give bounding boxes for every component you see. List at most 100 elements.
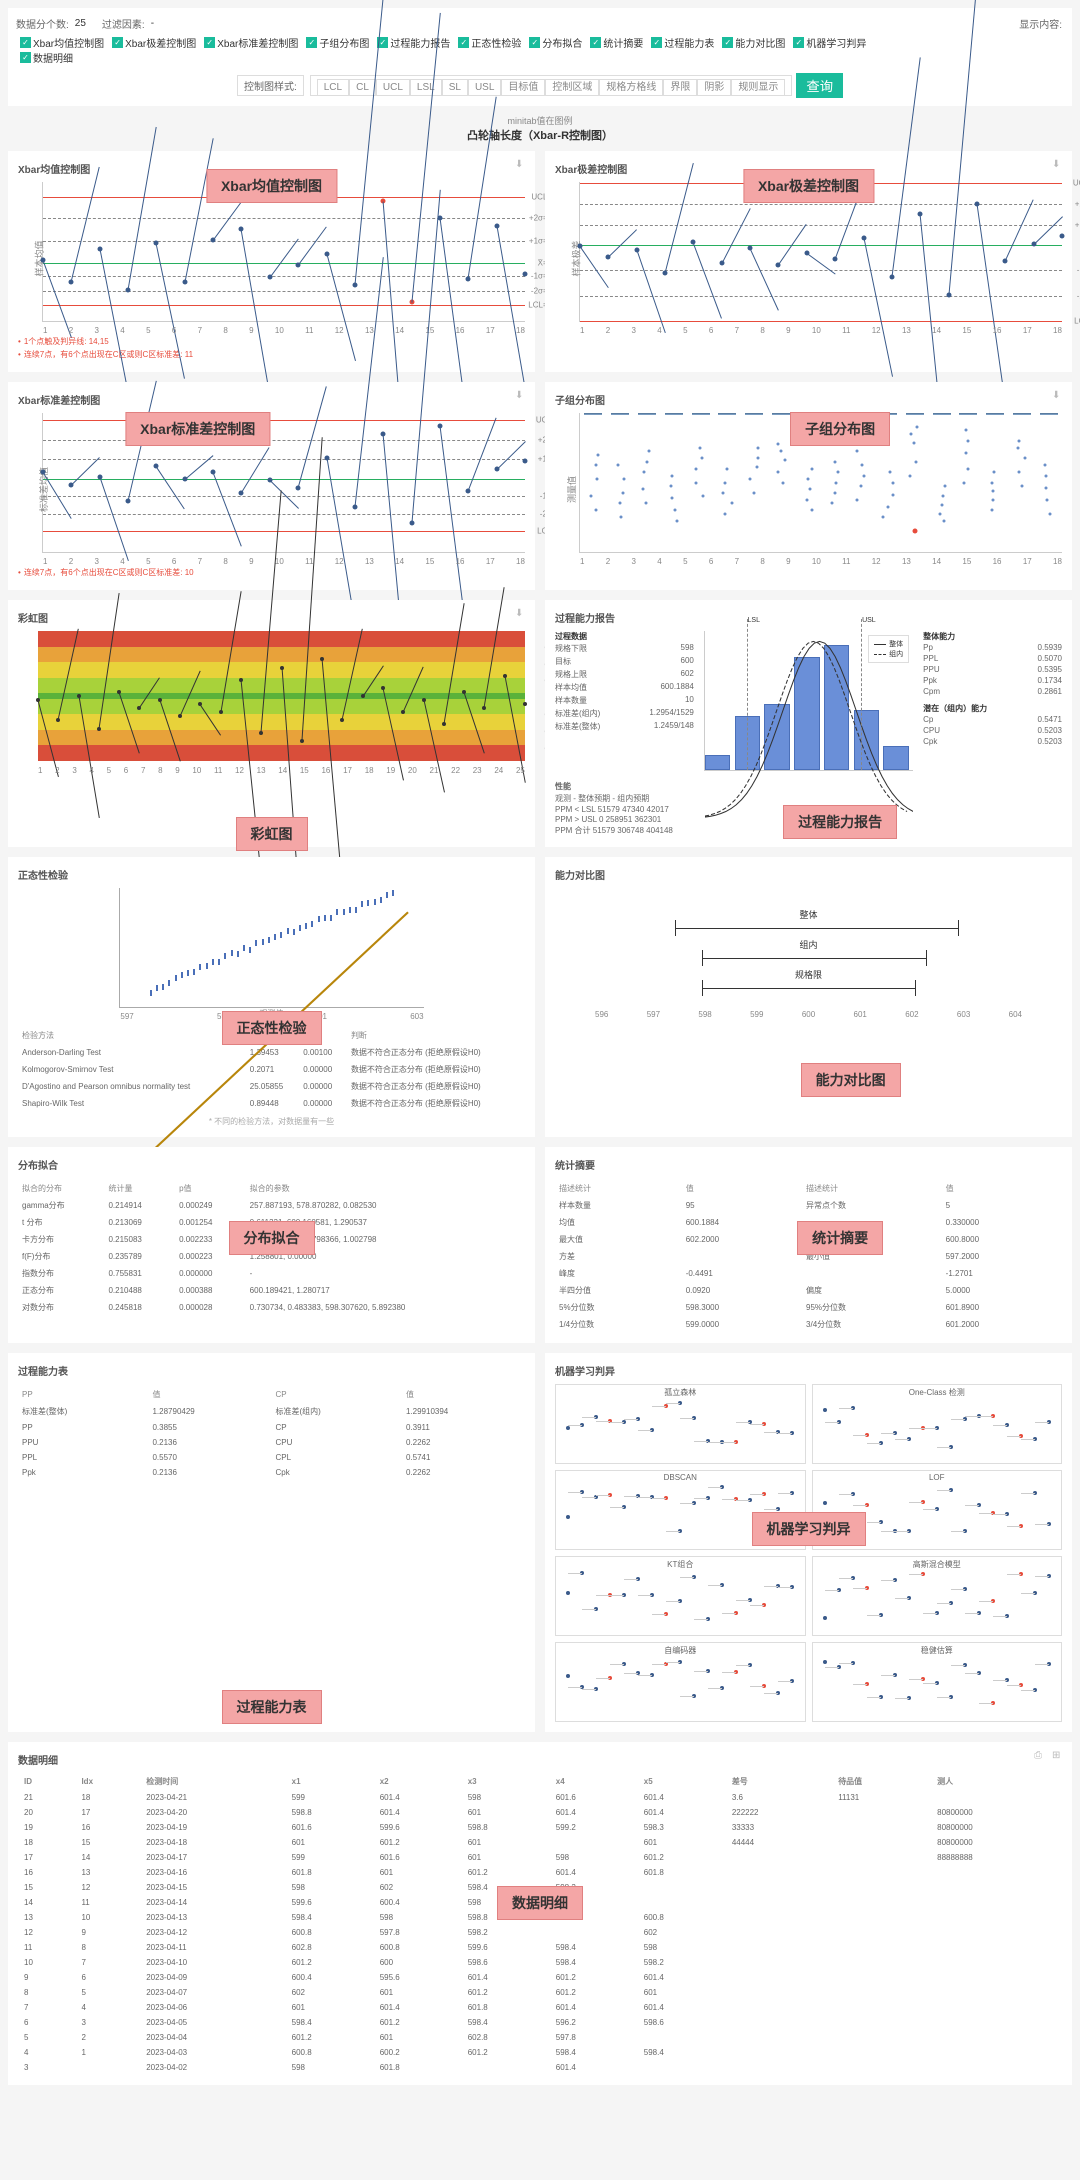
tag-label: 机器学习判异 bbox=[752, 1512, 866, 1546]
xbar-sd-chart: 标准差均值 UCL=2.4640+2σ=2.1752+1σ=1.6397S̄=1… bbox=[42, 413, 525, 553]
panel-xbar-mean: Xbar均值控制图 ⬇ Xbar均值控制图 样本均值 UCL=602.474+2… bbox=[8, 151, 535, 372]
panel-compare: 能力对比图 整体组内规格限596597598599600601602603604… bbox=[545, 857, 1072, 1137]
data-detail-table: IDIdx检测时间x1x2x3x4x5差号待品值测人21182023-04-21… bbox=[18, 1773, 1062, 2075]
captable-table: PP值CP值标准差(整体)1.28790429标准差(组内)1.29910394… bbox=[18, 1386, 525, 1480]
limit-option[interactable]: 规格方格线 bbox=[599, 79, 663, 96]
panel-capability: 过程能力报告 过程数据规格下限598目标600规格上限602样本均值600.18… bbox=[545, 600, 1072, 847]
panel-captable: 过程能力表 过程能力表 PP值CP值标准差(整体)1.28790429标准差(组… bbox=[8, 1353, 535, 1732]
panel-rainbow: 彩虹图 ⬇ σ = 3.1029σ = 2.1752σ = 1.6397σ = … bbox=[8, 600, 535, 847]
data-point[interactable] bbox=[1060, 233, 1065, 238]
checkbox-option[interactable]: ✓Xbar极差控制图 bbox=[112, 35, 196, 50]
rainbow-chart: σ = 3.1029σ = 2.1752σ = 1.6397σ = 1.3711… bbox=[38, 631, 525, 761]
data-point[interactable] bbox=[523, 459, 528, 464]
checkbox-option[interactable]: ✓机器学习判异 bbox=[793, 35, 866, 50]
panel-title: 能力对比图 bbox=[555, 867, 1062, 882]
process-data: 过程数据规格下限598目标600规格上限602样本均值600.1884样本数量1… bbox=[555, 631, 694, 771]
ml-charts: 孤立森林One-Class 检测DBSCANLOFKT组合高斯混合模型自编码器稳… bbox=[555, 1384, 1062, 1722]
limit-option[interactable]: 控制区域 bbox=[545, 79, 599, 96]
panel-title: Xbar标准差控制图 bbox=[18, 392, 525, 407]
tag-label: Xbar均值控制图 bbox=[206, 169, 337, 203]
download-icon[interactable]: ⬇ bbox=[1052, 159, 1064, 171]
ml-subplot: KT组合 bbox=[555, 1556, 806, 1636]
panel-stats: 统计摘要 统计摘要 描述统计值描述统计值样本数量95异常点个数5均值600.18… bbox=[545, 1147, 1072, 1343]
checkbox-option[interactable]: ✓数据明细 bbox=[20, 50, 73, 65]
compare-chart: 整体组内规格限596597598599600601602603604 bbox=[555, 888, 1062, 1039]
panel-normality: 正态性检验 597599601603 观测值 正态性检验 检验方法统计量p值判断… bbox=[8, 857, 535, 1137]
panel-fit: 分布拟合 分布拟合 拟合的分布统计量p值拟合的参数gamma分布0.214914… bbox=[8, 1147, 535, 1343]
show-content-label: 显示内容: bbox=[1019, 16, 1062, 31]
checkbox-option[interactable]: ✓Xbar标准差控制图 bbox=[204, 35, 298, 50]
legend: 整体 组内 bbox=[868, 635, 909, 663]
ml-subplot: One-Class 检测 bbox=[812, 1384, 1063, 1464]
panel-subgroup: 子组分布图 ⬇ 子组分布图 测量值 bbox=[545, 382, 1072, 590]
checkbox-option[interactable]: ✓Xbar均值控制图 bbox=[20, 35, 104, 50]
tag-label: 正态性检验 bbox=[222, 1011, 322, 1045]
panel-detail: 数据明细 ⊞ ⎙ 数据明细 IDIdx检测时间x1x2x3x4x5差号待品值测人… bbox=[8, 1742, 1072, 2085]
download-icon[interactable]: ⬇ bbox=[515, 159, 527, 171]
checkbox-option[interactable]: ✓过程能力报告 bbox=[377, 35, 450, 50]
limit-option[interactable]: UCL bbox=[376, 79, 410, 96]
rule-violations: •连续7点，有6个点出现在C区或则C区标准差: 10 bbox=[18, 567, 525, 578]
tag-label: 统计摘要 bbox=[797, 1221, 883, 1255]
tag-label: 分布拟合 bbox=[229, 1221, 315, 1255]
checkbox-option[interactable]: ✓分布拟合 bbox=[529, 35, 582, 50]
limit-option[interactable]: 目标值 bbox=[501, 79, 545, 96]
filter-label: 过滤因素: bbox=[102, 16, 145, 31]
subgroup-count-label: 数据分个数: bbox=[16, 16, 69, 31]
style-label: 控制图样式: bbox=[237, 75, 304, 96]
limit-option[interactable]: 阴影 bbox=[697, 79, 731, 96]
download-icon[interactable]: ⬇ bbox=[515, 390, 527, 402]
limit-option[interactable]: 界限 bbox=[663, 79, 697, 96]
ml-subplot: 稳健估算 bbox=[812, 1642, 1063, 1722]
ml-subplot: 高斯混合模型 bbox=[812, 1556, 1063, 1636]
download-icon[interactable]: ⬇ bbox=[1052, 390, 1064, 402]
limit-option[interactable]: SL bbox=[442, 79, 468, 96]
export-icon[interactable]: ⊞ bbox=[1052, 1750, 1064, 1762]
panel-title: 正态性检验 bbox=[18, 867, 525, 882]
y-axis-label: 测量值 bbox=[565, 475, 578, 502]
download-icon[interactable]: ⬇ bbox=[515, 608, 527, 620]
filter-value: - bbox=[151, 18, 154, 29]
tag-label: 数据明细 bbox=[497, 1886, 583, 1920]
tag-label: 过程能力表 bbox=[222, 1690, 322, 1724]
checkbox-option[interactable]: ✓正态性检验 bbox=[458, 35, 521, 50]
tag-label: 能力对比图 bbox=[801, 1063, 901, 1097]
limit-option[interactable]: LSL bbox=[410, 79, 442, 96]
print-icon[interactable]: ⎙ bbox=[1034, 1750, 1046, 1762]
top-toolbar: 数据分个数: 25 过滤因素: - 显示内容: ✓Xbar均值控制图 ✓Xbar极… bbox=[8, 8, 1072, 106]
panel-title: 过程能力表 bbox=[18, 1363, 525, 1378]
query-button[interactable]: 查询 bbox=[796, 73, 843, 98]
tag-label: 过程能力报告 bbox=[783, 805, 897, 839]
capability-histogram: 整体 组内 LSLUSL bbox=[704, 631, 913, 771]
xbar-mean-chart: 样本均值 UCL=602.474+2σ=601.2495+1σ=600.3896… bbox=[42, 182, 525, 322]
panel-ml: 机器学习判异 机器学习判异 孤立森林One-Class 检测DBSCANLOFK… bbox=[545, 1353, 1072, 1732]
tag-label: 彩虹图 bbox=[236, 817, 308, 851]
data-point[interactable] bbox=[523, 271, 528, 276]
tag-label: 子组分布图 bbox=[790, 412, 890, 446]
qq-plot: 597599601603 bbox=[119, 888, 423, 1008]
ml-subplot: 自编码器 bbox=[555, 1642, 806, 1722]
panel-title: 过程能力报告 bbox=[555, 610, 1062, 625]
panel-title: 统计摘要 bbox=[555, 1157, 1062, 1172]
checkbox-option[interactable]: ✓子组分布图 bbox=[306, 35, 369, 50]
subgroup-count-value: 25 bbox=[75, 18, 86, 29]
checkbox-option[interactable]: ✓统计摘要 bbox=[590, 35, 643, 50]
limit-option[interactable]: 规则显示 bbox=[731, 79, 785, 96]
ml-subplot: 孤立森林 bbox=[555, 1384, 806, 1464]
checkbox-option[interactable]: ✓能力对比图 bbox=[722, 35, 785, 50]
rule-violations: •1个点触及判异线: 14,15•连续7点，有6个点出现在C区或则C区标准差: … bbox=[18, 336, 525, 360]
limit-option[interactable]: LCL bbox=[317, 79, 349, 96]
stats-table: 描述统计值描述统计值样本数量95异常点个数5均值600.18840.330000… bbox=[555, 1180, 1062, 1333]
limit-option[interactable]: CL bbox=[349, 79, 376, 96]
checkbox-option[interactable]: ✓过程能力表 bbox=[651, 35, 714, 50]
capability-values: 整体能力Pp0.5939PPL0.5070PPU0.5395Ppk0.1734C… bbox=[923, 631, 1062, 771]
panel-xbar-sd: Xbar标准差控制图 ⬇ Xbar标准差控制图 标准差均值 UCL=2.4640… bbox=[8, 382, 535, 590]
title-main: 凸轮轴长度（Xbar-R控制图） bbox=[8, 127, 1072, 143]
tag-label: Xbar标准差控制图 bbox=[125, 412, 270, 446]
panel-title: 数据明细 bbox=[18, 1752, 1062, 1767]
panel-title: 子组分布图 bbox=[555, 392, 1062, 407]
limit-option[interactable]: USL bbox=[468, 79, 501, 96]
xbar-range-chart: 样本极差 UCL=6.9483+2σ=5.8997+1σ=4.8510R̄=3.… bbox=[579, 182, 1062, 322]
tag-label: Xbar极差控制图 bbox=[743, 169, 874, 203]
panel-title: 机器学习判异 bbox=[555, 1363, 1062, 1378]
